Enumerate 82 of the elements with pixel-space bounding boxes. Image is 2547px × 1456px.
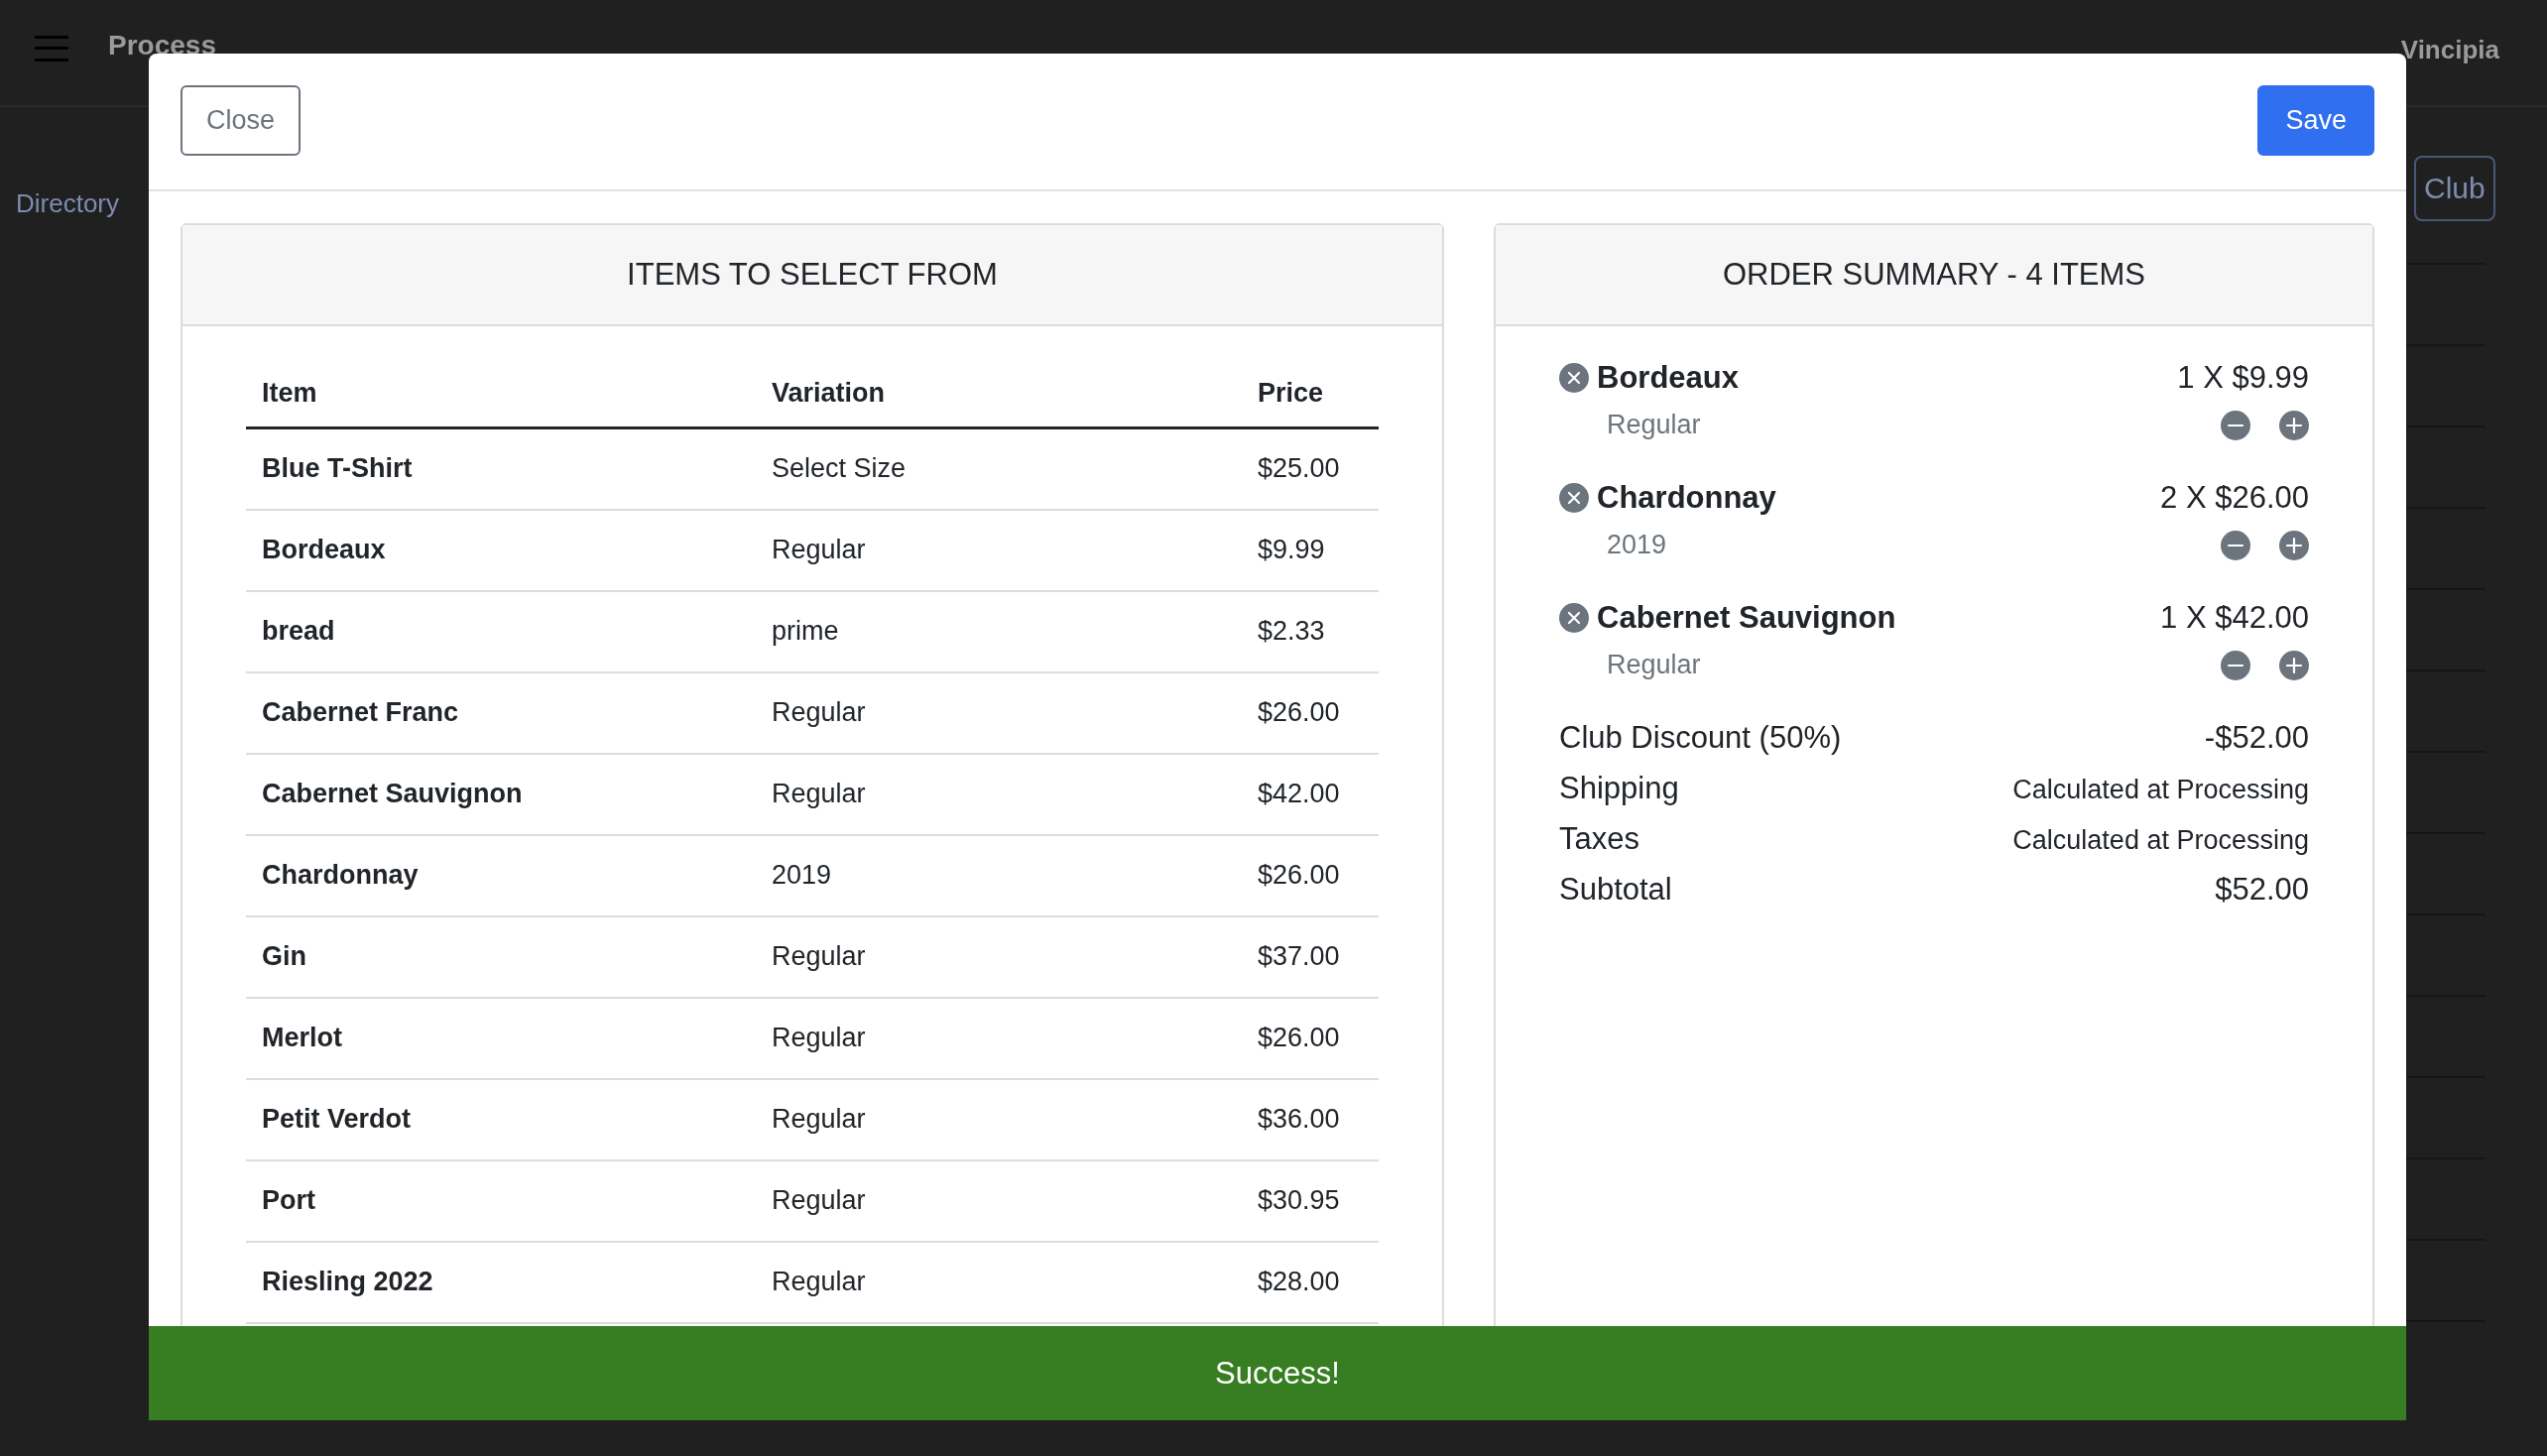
total-value: Calculated at Processing: [2012, 775, 2309, 805]
table-cell: Regular: [756, 672, 1242, 754]
item-name: Bordeaux: [1597, 360, 1739, 396]
table-row[interactable]: Riesling 2022 Regular $28.00: [246, 1242, 1379, 1323]
table-cell: Port: [246, 1160, 756, 1242]
column-header: Price: [1242, 356, 1379, 428]
table-cell: Gin: [246, 916, 756, 998]
table-row[interactable]: Gin Regular $37.00: [246, 916, 1379, 998]
table-cell: Merlot: [246, 998, 756, 1079]
minus-icon[interactable]: [2221, 530, 2250, 560]
table-cell: Regular: [756, 1242, 1242, 1323]
table-row[interactable]: Port Regular $30.95: [246, 1160, 1379, 1242]
plus-icon[interactable]: [2279, 410, 2309, 440]
item-quantity: 1 X $42.00: [2160, 600, 2309, 636]
table-cell: $25.00: [1242, 427, 1379, 510]
table-cell: Petit Verdot: [246, 1079, 756, 1160]
table-row[interactable]: Cabernet Franc Regular $26.00: [246, 672, 1379, 754]
item-name: Cabernet Sauvignon: [1597, 600, 1896, 636]
table-cell: Bordeaux: [246, 510, 756, 591]
table-cell: $26.00: [1242, 672, 1379, 754]
table-row[interactable]: bread prime $2.33: [246, 591, 1379, 672]
success-toast: Success!: [149, 1326, 2406, 1420]
table-cell: Cabernet Sauvignon: [246, 754, 756, 835]
club-button[interactable]: Club: [2414, 156, 2495, 221]
total-label: Subtotal: [1559, 872, 1672, 908]
table-cell: Regular: [756, 510, 1242, 591]
table-cell: prime: [756, 591, 1242, 672]
table-cell: Regular: [756, 998, 1242, 1079]
remove-icon[interactable]: [1559, 483, 1589, 513]
table-row[interactable]: Merlot Regular $26.00: [246, 998, 1379, 1079]
table-cell: 2019: [756, 835, 1242, 916]
table-row[interactable]: Blue T-Shirt Select Size $25.00: [246, 427, 1379, 510]
panel-header: ORDER SUMMARY - 4 ITEMS: [1496, 225, 2372, 326]
column-header: Item: [246, 356, 756, 428]
item-variation: 2019: [1607, 530, 1667, 560]
column-header: Variation: [756, 356, 1242, 428]
item-quantity: 1 X $9.99: [2177, 360, 2309, 396]
table-cell: Chardonnay: [246, 835, 756, 916]
table-cell: Blue T-Shirt: [246, 427, 756, 510]
total-value: Calculated at Processing: [2012, 825, 2309, 856]
directory-link[interactable]: Directory: [16, 188, 119, 219]
table-row[interactable]: Petit Verdot Regular $36.00: [246, 1079, 1379, 1160]
total-label: Taxes: [1559, 821, 1639, 857]
close-button[interactable]: Close: [181, 85, 302, 156]
table-cell: $2.33: [1242, 591, 1379, 672]
save-button[interactable]: Save: [2257, 85, 2374, 156]
total-label: Club Discount (50%): [1559, 720, 1842, 756]
table-cell: Regular: [756, 1079, 1242, 1160]
table-row[interactable]: Chardonnay 2019 $26.00: [246, 835, 1379, 916]
table-row[interactable]: Bordeaux Regular $9.99: [246, 510, 1379, 591]
table-cell: bread: [246, 591, 756, 672]
panel-header: ITEMS TO SELECT FROM: [182, 225, 1442, 326]
table-cell: $42.00: [1242, 754, 1379, 835]
table-cell: $26.00: [1242, 835, 1379, 916]
brand-name: Vincipia: [2400, 34, 2499, 65]
plus-icon[interactable]: [2279, 650, 2309, 680]
table-cell: $28.00: [1242, 1242, 1379, 1323]
table-cell: $9.99: [1242, 510, 1379, 591]
item-quantity: 2 X $26.00: [2160, 480, 2309, 516]
item-variation: Regular: [1607, 410, 1701, 440]
total-value: -$52.00: [2204, 720, 2309, 756]
table-row[interactable]: Cabernet Sauvignon Regular $42.00: [246, 754, 1379, 835]
minus-icon[interactable]: [2221, 650, 2250, 680]
table-cell: Regular: [756, 1160, 1242, 1242]
item-variation: Regular: [1607, 650, 1701, 680]
total-label: Shipping: [1559, 771, 1679, 806]
minus-icon[interactable]: [2221, 410, 2250, 440]
table-cell: Select Size: [756, 427, 1242, 510]
table-cell: $30.95: [1242, 1160, 1379, 1242]
table-cell: $36.00: [1242, 1079, 1379, 1160]
table-cell: Riesling 2022: [246, 1242, 756, 1323]
table-cell: $37.00: [1242, 916, 1379, 998]
plus-icon[interactable]: [2279, 530, 2309, 560]
table-cell: Regular: [756, 916, 1242, 998]
item-name: Chardonnay: [1597, 480, 1776, 516]
remove-icon[interactable]: [1559, 363, 1589, 393]
table-cell: Regular: [756, 754, 1242, 835]
table-cell: $26.00: [1242, 998, 1379, 1079]
remove-icon[interactable]: [1559, 603, 1589, 633]
total-value: $52.00: [2215, 872, 2309, 908]
table-cell: Cabernet Franc: [246, 672, 756, 754]
page-title: Process: [108, 30, 216, 61]
